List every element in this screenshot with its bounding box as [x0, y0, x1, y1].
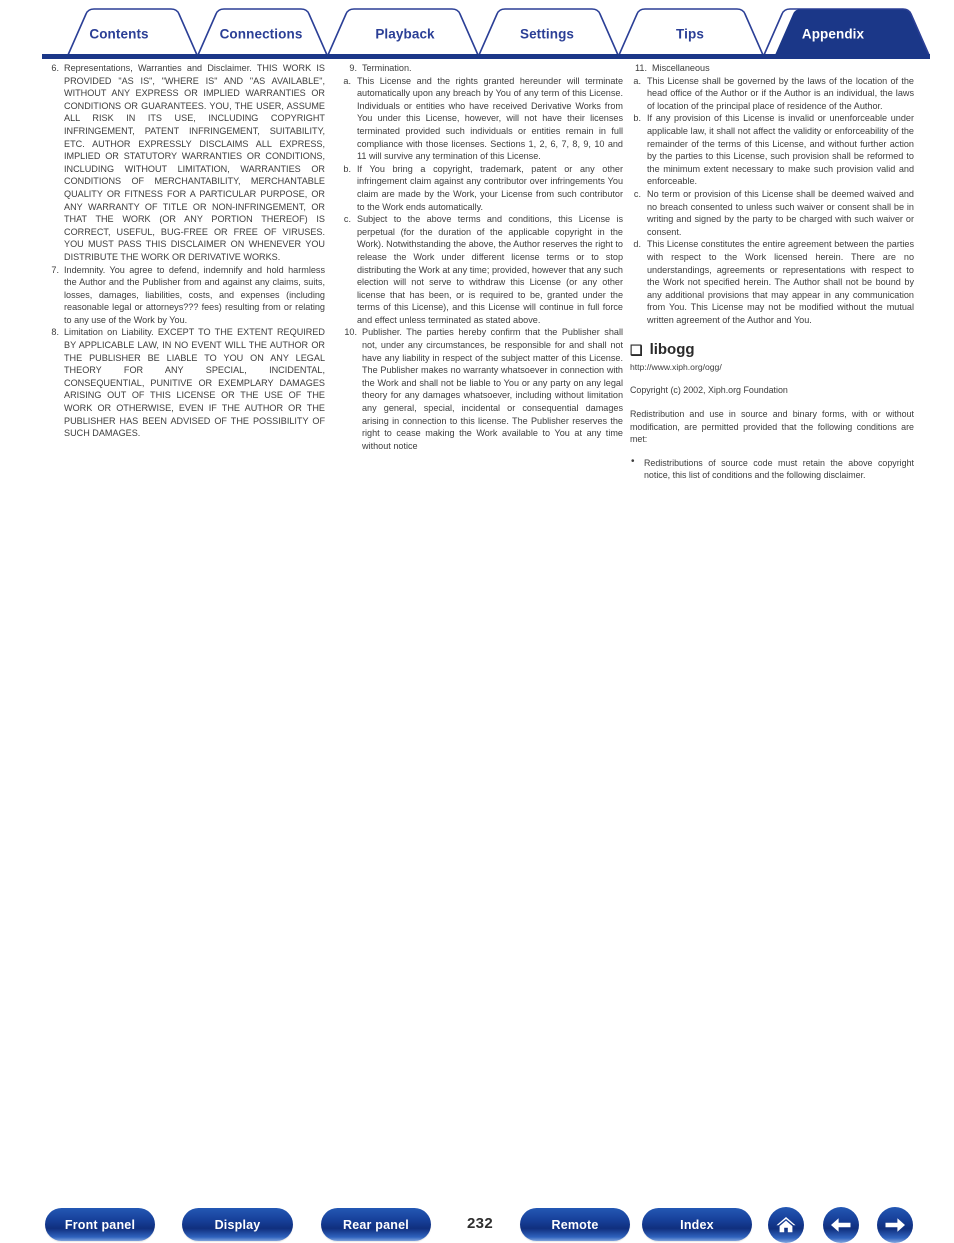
tab-connections[interactable]: Connections — [220, 27, 303, 42]
list-item: d. This License constitutes the entire a… — [630, 238, 914, 326]
list-text: Representations, Warranties and Disclaim… — [64, 63, 325, 262]
footer-nav: Front panel Display Rear panel 232 Remot… — [0, 598, 954, 1243]
list-item: 11. Miscellaneous — [630, 62, 914, 75]
list-item: 8. Limitation on Liability. EXCEPT TO TH… — [42, 326, 325, 439]
list-marker: c. — [633, 188, 641, 199]
content-column-1: 6. Representations, Warranties and Discl… — [42, 62, 325, 440]
libogg-url[interactable]: http://www.xiph.org/ogg/ — [630, 361, 914, 373]
square-bullet-icon: ❑ — [630, 342, 643, 359]
list-item: b. If any provision of this License is i… — [630, 112, 914, 188]
forward-icon — [883, 1216, 907, 1234]
list-item: c. Subject to the above terms and condit… — [340, 213, 623, 326]
display-button[interactable]: Display — [182, 1208, 293, 1241]
index-button[interactable]: Index — [642, 1208, 752, 1241]
list-text: Publisher. The parties hereby confirm th… — [362, 327, 623, 451]
list-text: No term or provision of this License sha… — [647, 188, 914, 237]
list-marker: 10. — [344, 327, 357, 338]
content-column-2: 9. Termination. a. This License and the … — [340, 62, 623, 452]
tab-bar: Contents Connections Playback Settings T… — [0, 0, 954, 62]
tab-settings[interactable]: Settings — [520, 27, 574, 42]
forward-button[interactable] — [877, 1207, 913, 1243]
list-item: c. No term or provision of this License … — [630, 188, 914, 238]
list-text: This License constitutes the entire agre… — [647, 239, 914, 325]
list-item: 7. Indemnity. You agree to defend, indem… — [42, 264, 325, 327]
back-button[interactable] — [823, 1207, 859, 1243]
list-marker: 8. — [51, 327, 59, 338]
bullet-dot-icon: • — [631, 456, 635, 468]
libogg-section: ❑ libogg http://www.xiph.org/ogg/ Copyri… — [630, 340, 914, 482]
tab-bottom-bar — [42, 54, 930, 59]
list-text: Indemnity. You agree to defend, indemnif… — [64, 264, 325, 325]
list-marker: 9. — [349, 63, 357, 73]
list-marker: c. — [343, 214, 351, 225]
list-marker: d. — [633, 239, 641, 250]
list-marker: b. — [633, 113, 641, 124]
back-icon — [829, 1216, 853, 1234]
libogg-bullet-text: Redistributions of source code must reta… — [644, 457, 914, 481]
list-text: Miscellaneous — [652, 63, 710, 73]
rear-panel-button[interactable]: Rear panel — [321, 1208, 431, 1241]
front-panel-button[interactable]: Front panel — [45, 1208, 155, 1241]
list-text: This License shall be governed by the la… — [647, 75, 914, 111]
list-marker: 7. — [51, 264, 59, 275]
home-button[interactable] — [768, 1207, 804, 1243]
content-column-3: 11. Miscellaneous a. This License shall … — [630, 62, 914, 482]
libogg-heading-text: libogg — [649, 341, 695, 359]
list-marker: 11. — [635, 63, 647, 73]
list-item: b. If You bring a copyright, trademark, … — [340, 163, 623, 213]
list-marker: a. — [343, 75, 351, 86]
list-item: 9. Termination. — [340, 62, 623, 75]
tab-tips[interactable]: Tips — [676, 27, 704, 42]
tab-contents[interactable]: Contents — [89, 27, 148, 42]
list-text: This License and the rights granted here… — [357, 75, 623, 162]
list-item: a. This License and the rights granted h… — [340, 75, 623, 163]
list-item: a. This License shall be governed by the… — [630, 75, 914, 113]
libogg-copyright: Copyright (c) 2002, Xiph.org Foundation — [630, 385, 788, 396]
home-icon — [775, 1215, 797, 1235]
tab-appendix[interactable]: Appendix — [802, 27, 864, 42]
list-marker: 6. — [51, 63, 59, 73]
list-marker: a. — [633, 75, 641, 86]
page-number: 232 — [467, 1215, 493, 1232]
list-item: 10. Publisher. The parties hereby confir… — [340, 326, 623, 452]
page-content: 6. Representations, Warranties and Discl… — [0, 62, 954, 592]
libogg-heading: ❑ libogg — [630, 340, 914, 360]
tab-playback[interactable]: Playback — [375, 27, 434, 42]
libogg-intro: Redistribution and use in source and bin… — [630, 409, 914, 445]
list-item: 6. Representations, Warranties and Discl… — [42, 62, 325, 264]
list-text: If You bring a copyright, trademark, pat… — [357, 163, 623, 212]
libogg-bullet: • Redistributions of source code must re… — [630, 456, 914, 482]
list-text: Limitation on Liability. EXCEPT TO THE E… — [64, 327, 325, 439]
list-text: If any provision of this License is inva… — [647, 113, 914, 187]
list-text: Subject to the above terms and condition… — [357, 214, 623, 325]
list-marker: b. — [343, 163, 351, 174]
list-text: Termination. — [362, 63, 412, 73]
remote-button[interactable]: Remote — [520, 1208, 630, 1241]
